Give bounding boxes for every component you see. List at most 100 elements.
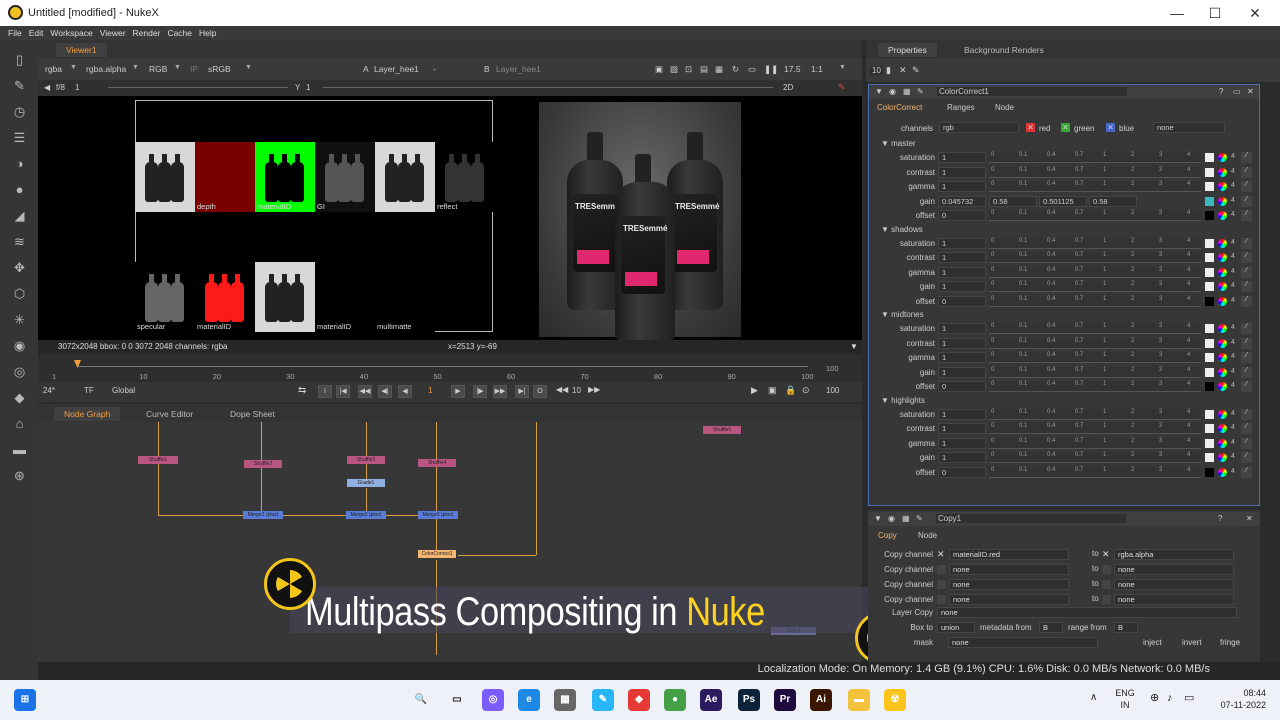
curve-icon[interactable]: ⁄: [1241, 195, 1252, 207]
param-slider[interactable]: 0 0.1 0.4 0.7 1 2 3 4: [989, 281, 1201, 292]
copy-checkbox[interactable]: [937, 595, 946, 604]
timeline-track[interactable]: [78, 366, 808, 367]
help-icon[interactable]: ?: [1218, 514, 1222, 523]
param-slider[interactable]: 0 0.1 0.4 0.7 1 2 3 4: [989, 295, 1201, 307]
gain-channel-field[interactable]: 0.58: [1089, 195, 1137, 207]
ip-button[interactable]: IP: [190, 64, 198, 74]
param-slider[interactable]: 0 0.1 0.4 0.7 1 2 3 4: [989, 166, 1201, 178]
toolbox-icon[interactable]: ▦: [902, 514, 910, 523]
colorspace-dropdown[interactable]: RGB: [149, 64, 167, 74]
chevron-down-icon[interactable]: ▼: [850, 342, 858, 351]
play-arrow-icon[interactable]: ◀: [44, 83, 50, 92]
color-swatch-icon[interactable]: [1205, 367, 1214, 377]
channels-count-icon[interactable]: 4: [1231, 353, 1235, 360]
scope-dropdown[interactable]: Global: [112, 386, 135, 395]
node-colorcorrect1[interactable]: ColorCorrect1: [418, 550, 456, 558]
color-wheel-icon[interactable]: [1218, 238, 1227, 248]
param-value-field[interactable]: 1: [938, 323, 986, 334]
color-swatch-icon[interactable]: [1205, 282, 1214, 291]
param-value-field[interactable]: 1: [938, 352, 986, 363]
app-icon[interactable]: ◆: [628, 689, 650, 711]
node-shuffle3[interactable]: Shuffle3: [347, 456, 385, 464]
color-wheel-icon[interactable]: [1218, 211, 1227, 220]
transform-tool-icon[interactable]: ✥: [12, 260, 27, 275]
copy-checkbox[interactable]: ✕: [937, 550, 946, 559]
param-value-field[interactable]: 1: [938, 281, 986, 292]
cache-icon[interactable]: ▣: [768, 385, 777, 396]
start-menu-icon[interactable]: ⊞: [14, 689, 36, 711]
edge-icon[interactable]: e: [518, 689, 540, 711]
timeline[interactable]: 1 100 10 20 30 40 50 60 70 80 90 100: [38, 354, 862, 382]
copy-to-checkbox[interactable]: ✕: [1102, 550, 1111, 559]
param-slider[interactable]: 0 0.1 0.4 0.7 1 2 3 4: [989, 252, 1201, 263]
tray-expand-icon[interactable]: ∧: [1090, 692, 1097, 704]
lock-icon[interactable]: ⊡: [685, 64, 692, 75]
pencil-icon[interactable]: ✎: [916, 514, 923, 523]
channels-count-icon[interactable]: 4: [1231, 468, 1235, 475]
frame-field[interactable]: 1: [75, 83, 79, 92]
tab-background-renders[interactable]: Background Renders: [954, 43, 1054, 57]
param-slider[interactable]: 0 0.1 0.4 0.7 1 2 3 4: [989, 381, 1201, 392]
curve-icon[interactable]: ⁄: [1241, 281, 1252, 292]
close-button[interactable]: ✕: [1240, 3, 1270, 23]
proxy-icon[interactable]: ▭: [748, 64, 756, 75]
illustrator-icon[interactable]: Ai: [810, 689, 832, 711]
menu-render[interactable]: Render: [133, 28, 161, 38]
param-slider[interactable]: 0 0.1 0.4 0.7 1 2 3 4: [989, 352, 1201, 363]
sync-icon[interactable]: ⇆: [298, 385, 306, 396]
curve-icon[interactable]: ⁄: [1241, 323, 1252, 334]
alpha-dropdown[interactable]: rgba.alpha: [86, 64, 126, 74]
node-merge3[interactable]: Merge3 (plus): [418, 511, 458, 519]
close-all-icon[interactable]: ✕: [899, 65, 907, 76]
copy-checkbox[interactable]: [937, 565, 946, 574]
current-frame-field[interactable]: 1: [428, 386, 432, 395]
collapse-icon[interactable]: ▼: [875, 87, 883, 96]
next-key-button[interactable]: ▶▶: [493, 385, 507, 398]
channels-count-icon[interactable]: 4: [1231, 239, 1235, 246]
channels-count-icon[interactable]: 4: [1231, 439, 1235, 446]
metadata-tool-icon[interactable]: ◆: [12, 390, 27, 405]
param-value-field[interactable]: 1: [938, 337, 986, 349]
channels-count-icon[interactable]: 4: [1231, 424, 1235, 431]
tab-copy-node[interactable]: Node: [918, 531, 937, 540]
play-back-button[interactable]: ◀: [398, 385, 412, 398]
node-merge1[interactable]: Merge1 (plus): [243, 511, 283, 519]
fstop-value[interactable]: f/8: [56, 83, 65, 92]
store-icon[interactable]: ▦: [554, 689, 576, 711]
network-icon[interactable]: ⊕: [1150, 692, 1159, 704]
filter-tool-icon[interactable]: ●: [12, 182, 27, 197]
color-swatch-icon[interactable]: [1205, 238, 1214, 248]
roi-icon[interactable]: ▣: [655, 64, 663, 75]
a-input-dropdown[interactable]: Layer_hee1: [374, 64, 419, 74]
gain-channel-field[interactable]: 0.58: [989, 195, 1037, 207]
curve-icon[interactable]: ⁄: [1241, 408, 1252, 420]
invert-checkbox[interactable]: invert: [1182, 638, 1202, 647]
step-field[interactable]: 10: [572, 386, 581, 395]
help-icon[interactable]: ?: [1219, 87, 1223, 96]
color-swatch-icon[interactable]: [1205, 353, 1214, 362]
photoshop-icon[interactable]: Ps: [738, 689, 760, 711]
menu-help[interactable]: Help: [199, 28, 216, 38]
param-slider[interactable]: 0 0.1 0.4 0.7 1 2 3 4: [989, 437, 1201, 449]
curve-icon[interactable]: ⁄: [1241, 295, 1252, 307]
loop-icon[interactable]: ⊙: [802, 385, 810, 396]
param-value-field[interactable]: 0: [938, 210, 986, 221]
color-swatch-icon[interactable]: [1205, 211, 1214, 220]
color-wheel-icon[interactable]: [1218, 167, 1227, 177]
channels-count-icon[interactable]: 4: [1231, 253, 1235, 260]
color-swatch-icon[interactable]: [1205, 424, 1214, 433]
copy-from-dropdown[interactable]: none: [949, 594, 1069, 605]
in-point-button[interactable]: I: [318, 385, 332, 398]
lock-icon[interactable]: ▮: [886, 65, 891, 76]
color-swatch-icon[interactable]: [1205, 167, 1214, 177]
prev-frame-button[interactable]: ◀|: [378, 385, 392, 398]
skip-forward-icon[interactable]: ▶▶: [588, 385, 600, 394]
file-explorer-icon[interactable]: ▬: [848, 689, 870, 711]
color-swatch-icon[interactable]: [1205, 438, 1214, 448]
param-slider[interactable]: 0 0.1 0.4 0.7 1 2 3 4: [989, 210, 1201, 221]
node-name-field[interactable]: ColorCorrect1: [937, 87, 1127, 96]
node-merge2[interactable]: Merge2 (plus): [346, 511, 386, 519]
node-grade1[interactable]: Grade1: [347, 479, 385, 487]
nuke-taskbar-icon[interactable]: ☢: [884, 689, 906, 711]
flipbook-icon[interactable]: ▶: [751, 385, 758, 396]
